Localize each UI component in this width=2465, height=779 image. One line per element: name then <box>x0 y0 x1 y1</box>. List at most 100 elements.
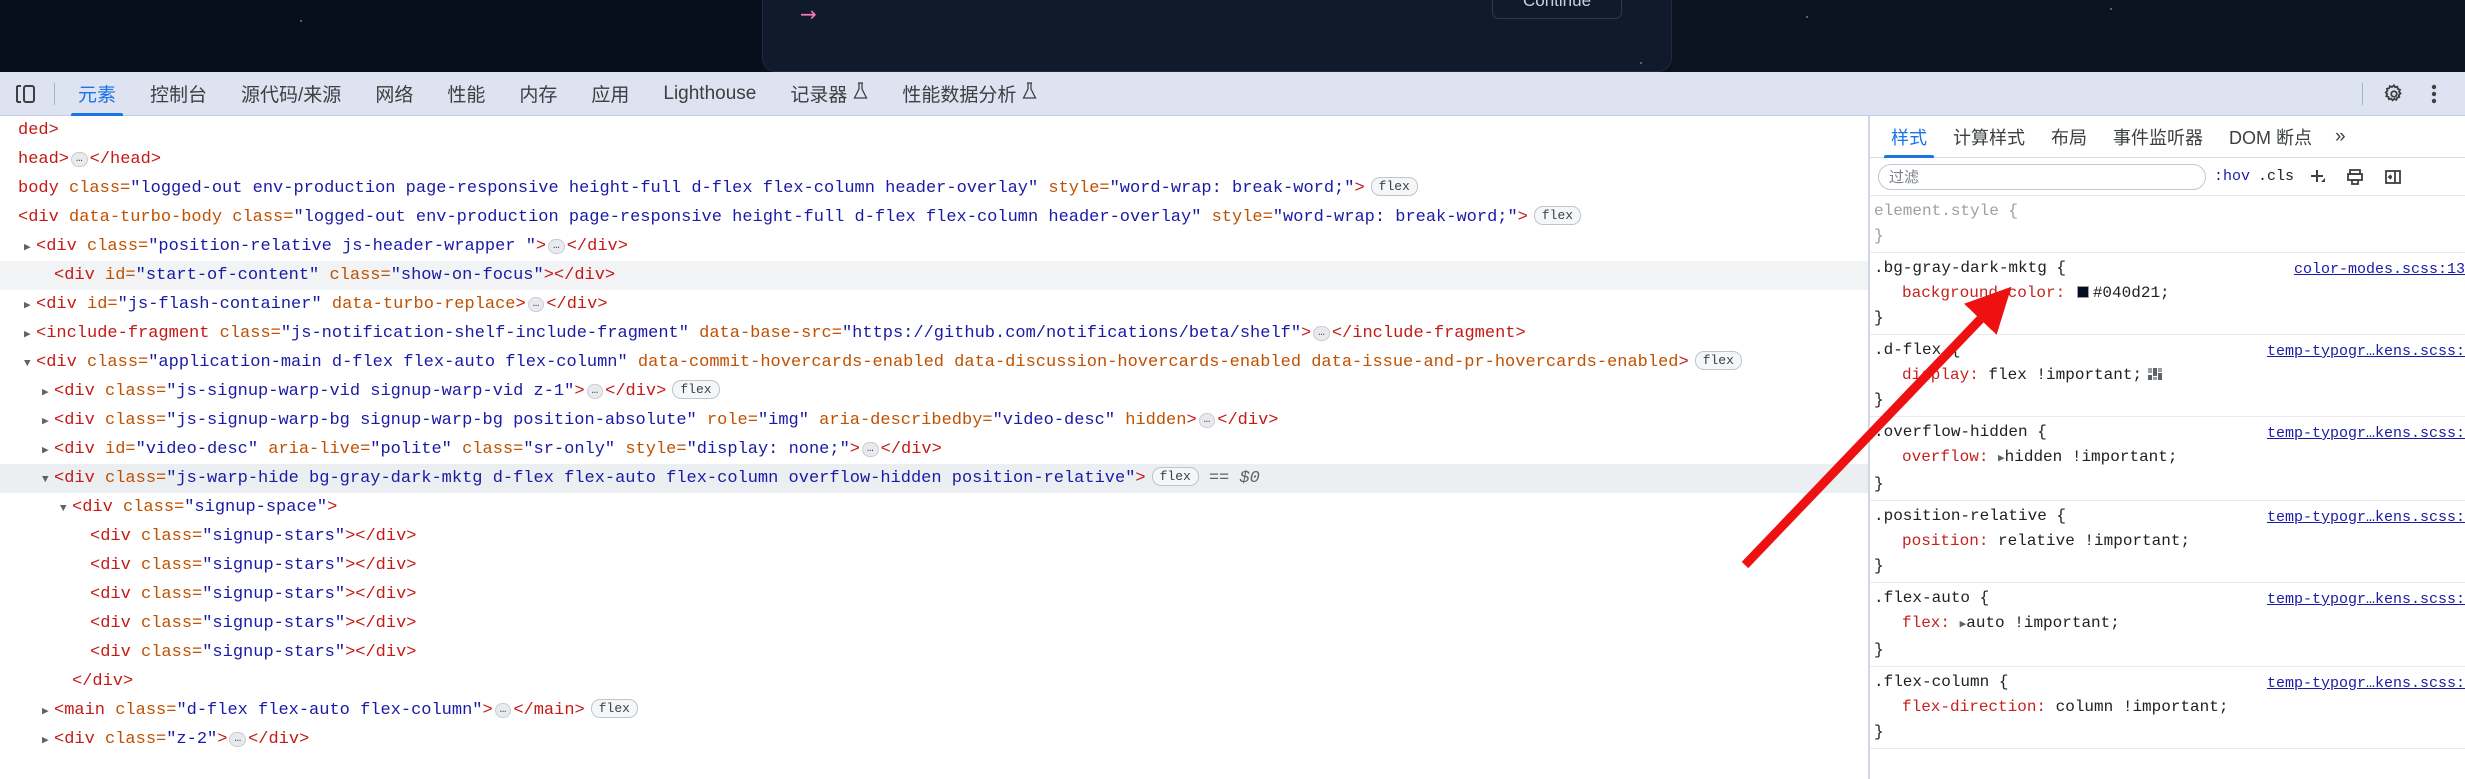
more-tabs-icon[interactable]: » <box>2325 126 2356 148</box>
css-property-name[interactable]: flex-direction: <box>1874 698 2056 716</box>
css-property-name[interactable]: display: <box>1874 366 1988 384</box>
expand-ellipsis-icon[interactable]: … <box>494 703 512 718</box>
color-swatch[interactable] <box>2076 286 2089 298</box>
collapsed-twisty-icon[interactable]: ▶ <box>42 379 54 408</box>
expand-ellipsis-icon[interactable]: … <box>548 239 565 254</box>
dom-tree-row[interactable]: ▶ <div class="js-signup-warp-bg signup-wa… <box>0 406 1868 435</box>
css-property-value[interactable]: column !important; <box>2056 698 2229 716</box>
css-source-link[interactable]: temp-typogr…kens.scss: <box>2267 421 2465 446</box>
dom-tree-row[interactable]: <div id="start-of-content" class="show-o… <box>0 261 1868 290</box>
dom-tree-row[interactable]: <div class="signup-stars"></div> <box>0 522 1868 551</box>
css-property-name[interactable]: background-color: <box>1874 284 2075 302</box>
css-declaration[interactable]: position: relative !important; <box>1874 529 2465 554</box>
collapsed-twisty-icon[interactable]: ▶ <box>42 437 54 466</box>
css-rule[interactable]: .d-flex {temp-typogr…kens.scss: display: … <box>1870 335 2465 417</box>
expanded-twisty-icon[interactable]: ▼ <box>60 495 72 524</box>
collapsed-twisty-icon[interactable]: ▶ <box>24 321 36 350</box>
css-source-link[interactable]: color-modes.scss:13 <box>2294 257 2465 282</box>
css-source-link[interactable]: temp-typogr…kens.scss: <box>2267 587 2465 612</box>
expand-ellipsis-icon[interactable]: … <box>229 732 247 747</box>
tab-sources[interactable]: 源代码/来源 <box>224 72 358 116</box>
css-selector[interactable]: element.style { <box>1874 199 2465 224</box>
dom-tree-row[interactable]: ▶ <div id="video-desc" aria-live="polite"… <box>0 435 1868 464</box>
tab-application[interactable]: 应用 <box>574 72 646 116</box>
collapsed-twisty-icon[interactable]: ▶ <box>24 292 36 321</box>
expanded-twisty-icon[interactable]: ▼ <box>42 466 54 495</box>
css-rule[interactable]: .bg-gray-dark-mktg {color-modes.scss:13 b… <box>1870 253 2465 335</box>
hov-toggle[interactable]: :hov <box>2214 168 2250 185</box>
print-preview-icon[interactable] <box>2340 162 2370 192</box>
dom-tree-row[interactable]: <div class="signup-stars"></div> <box>0 580 1868 609</box>
dom-tree-row[interactable]: ▼ <div class="js-warp-hide bg-gray-dark-m… <box>0 464 1868 493</box>
dom-tree-row[interactable]: <div class="signup-stars"></div> <box>0 609 1868 638</box>
dom-tree-row[interactable]: ▶ <include-fragment class="js-notificatio… <box>0 319 1868 348</box>
tab-network[interactable]: 网络 <box>358 72 430 116</box>
tab-memory[interactable]: 内存 <box>502 72 574 116</box>
css-declaration[interactable]: display: flex !important; <box>1874 363 2465 388</box>
css-declaration[interactable]: background-color: #040d21; <box>1874 281 2465 306</box>
styles-rules-list[interactable]: element.style {} .bg-gray-dark-mktg {colo… <box>1870 196 2465 749</box>
flex-badge[interactable]: flex <box>672 380 720 399</box>
tab-dom-breakpoints[interactable]: DOM 断点 <box>2216 116 2325 158</box>
css-rule[interactable]: .flex-auto {temp-typogr…kens.scss: flex: … <box>1870 583 2465 667</box>
css-declaration[interactable]: flex: ▶ auto !important; <box>1874 611 2465 638</box>
css-rule[interactable]: element.style {} <box>1870 196 2465 253</box>
collapsed-twisty-icon[interactable]: ▶ <box>42 698 54 727</box>
tab-event-listeners[interactable]: 事件监听器 <box>2100 116 2216 158</box>
inspect-element-icon[interactable] <box>10 79 40 109</box>
flex-badge[interactable]: flex <box>1694 351 1742 370</box>
dom-tree-row[interactable]: ded> <box>0 116 1868 145</box>
dom-tree-row[interactable]: </div> <box>0 667 1868 696</box>
css-declaration[interactable]: overflow: ▶ hidden !important; <box>1874 445 2465 472</box>
cls-toggle[interactable]: .cls <box>2258 168 2294 185</box>
expanded-twisty-icon[interactable]: ▼ <box>24 350 36 379</box>
css-rule[interactable]: .overflow-hidden {temp-typogr…kens.scss:… <box>1870 417 2465 501</box>
css-declaration[interactable]: flex-direction: column !important; <box>1874 695 2465 720</box>
expand-ellipsis-icon[interactable]: … <box>862 442 879 457</box>
tab-computed[interactable]: 计算样式 <box>1940 116 2038 158</box>
tab-performance-insights[interactable]: 性能数据分析 <box>885 72 1054 116</box>
collapsed-twisty-icon[interactable]: ▶ <box>42 408 54 437</box>
expand-ellipsis-icon[interactable]: … <box>71 152 88 167</box>
tab-elements[interactable]: 元素 <box>61 72 133 116</box>
styles-filter-input[interactable]: 过滤 <box>1878 163 2206 190</box>
more-options-icon[interactable] <box>2419 79 2449 109</box>
css-property-value[interactable]: #040d21; <box>2093 284 2170 302</box>
dom-tree-pane[interactable]: ded> head>… </head> body class="logged-out … <box>0 116 1868 779</box>
dom-tree-row[interactable]: ▶ <div class="position-relative js-header… <box>0 232 1868 261</box>
css-source-link[interactable]: temp-typogr…kens.scss: <box>2267 505 2465 530</box>
dom-tree-row[interactable]: <div class="signup-stars"></div> <box>0 551 1868 580</box>
css-property-value[interactable]: hidden !important; <box>2005 448 2178 466</box>
css-property-value[interactable]: relative !important; <box>1998 532 2190 550</box>
flex-badge[interactable]: flex <box>1533 206 1582 225</box>
tab-recorder[interactable]: 记录器 <box>773 72 885 116</box>
tab-console[interactable]: 控制台 <box>133 72 224 116</box>
css-property-name[interactable]: position: <box>1874 532 1998 550</box>
tab-performance[interactable]: 性能 <box>430 72 502 116</box>
dom-tree-row[interactable]: <div data-turbo-body class="logged-out e… <box>0 203 1868 232</box>
collapsed-twisty-icon[interactable]: ▶ <box>24 234 36 263</box>
css-source-link[interactable]: temp-typogr…kens.scss: <box>2267 671 2465 696</box>
tab-layout[interactable]: 布局 <box>2038 116 2100 158</box>
expand-ellipsis-icon[interactable]: … <box>1313 326 1330 341</box>
css-source-link[interactable]: temp-typogr…kens.scss: <box>2267 339 2465 364</box>
expand-ellipsis-icon[interactable]: … <box>1198 413 1216 428</box>
dom-tree-row[interactable]: ▶ <main class="d-flex flex-auto flex-colu… <box>0 696 1868 725</box>
collapsed-twisty-icon[interactable]: ▶ <box>42 727 54 756</box>
tab-styles[interactable]: 样式 <box>1878 116 1940 158</box>
flex-badge[interactable]: flex <box>1370 177 1418 196</box>
gear-icon[interactable] <box>2379 79 2409 109</box>
expand-ellipsis-icon[interactable]: … <box>527 297 545 312</box>
dom-tree-row[interactable]: body class="logged-out env-production pa… <box>0 174 1868 203</box>
flexbox-editor-icon[interactable] <box>2148 364 2163 380</box>
continue-button[interactable]: Continue <box>1492 0 1622 19</box>
dom-tree-row[interactable]: ▼ <div class="application-main d-flex fle… <box>0 348 1868 377</box>
add-style-rule-icon[interactable] <box>2302 162 2332 192</box>
css-rule[interactable]: .flex-column {temp-typogr…kens.scss: flex… <box>1870 667 2465 749</box>
expand-value-triangle-icon[interactable]: ▶ <box>1998 447 2005 472</box>
tab-lighthouse[interactable]: Lighthouse <box>646 72 773 116</box>
toggle-sidebar-icon[interactable] <box>2378 162 2408 192</box>
dom-tree-row[interactable]: ▶ <div id="js-flash-container" data-turbo… <box>0 290 1868 319</box>
dom-tree-row[interactable]: ▶ <div class="z-2">… </div> <box>0 725 1868 754</box>
css-property-value[interactable]: flex !important; <box>1988 366 2142 384</box>
